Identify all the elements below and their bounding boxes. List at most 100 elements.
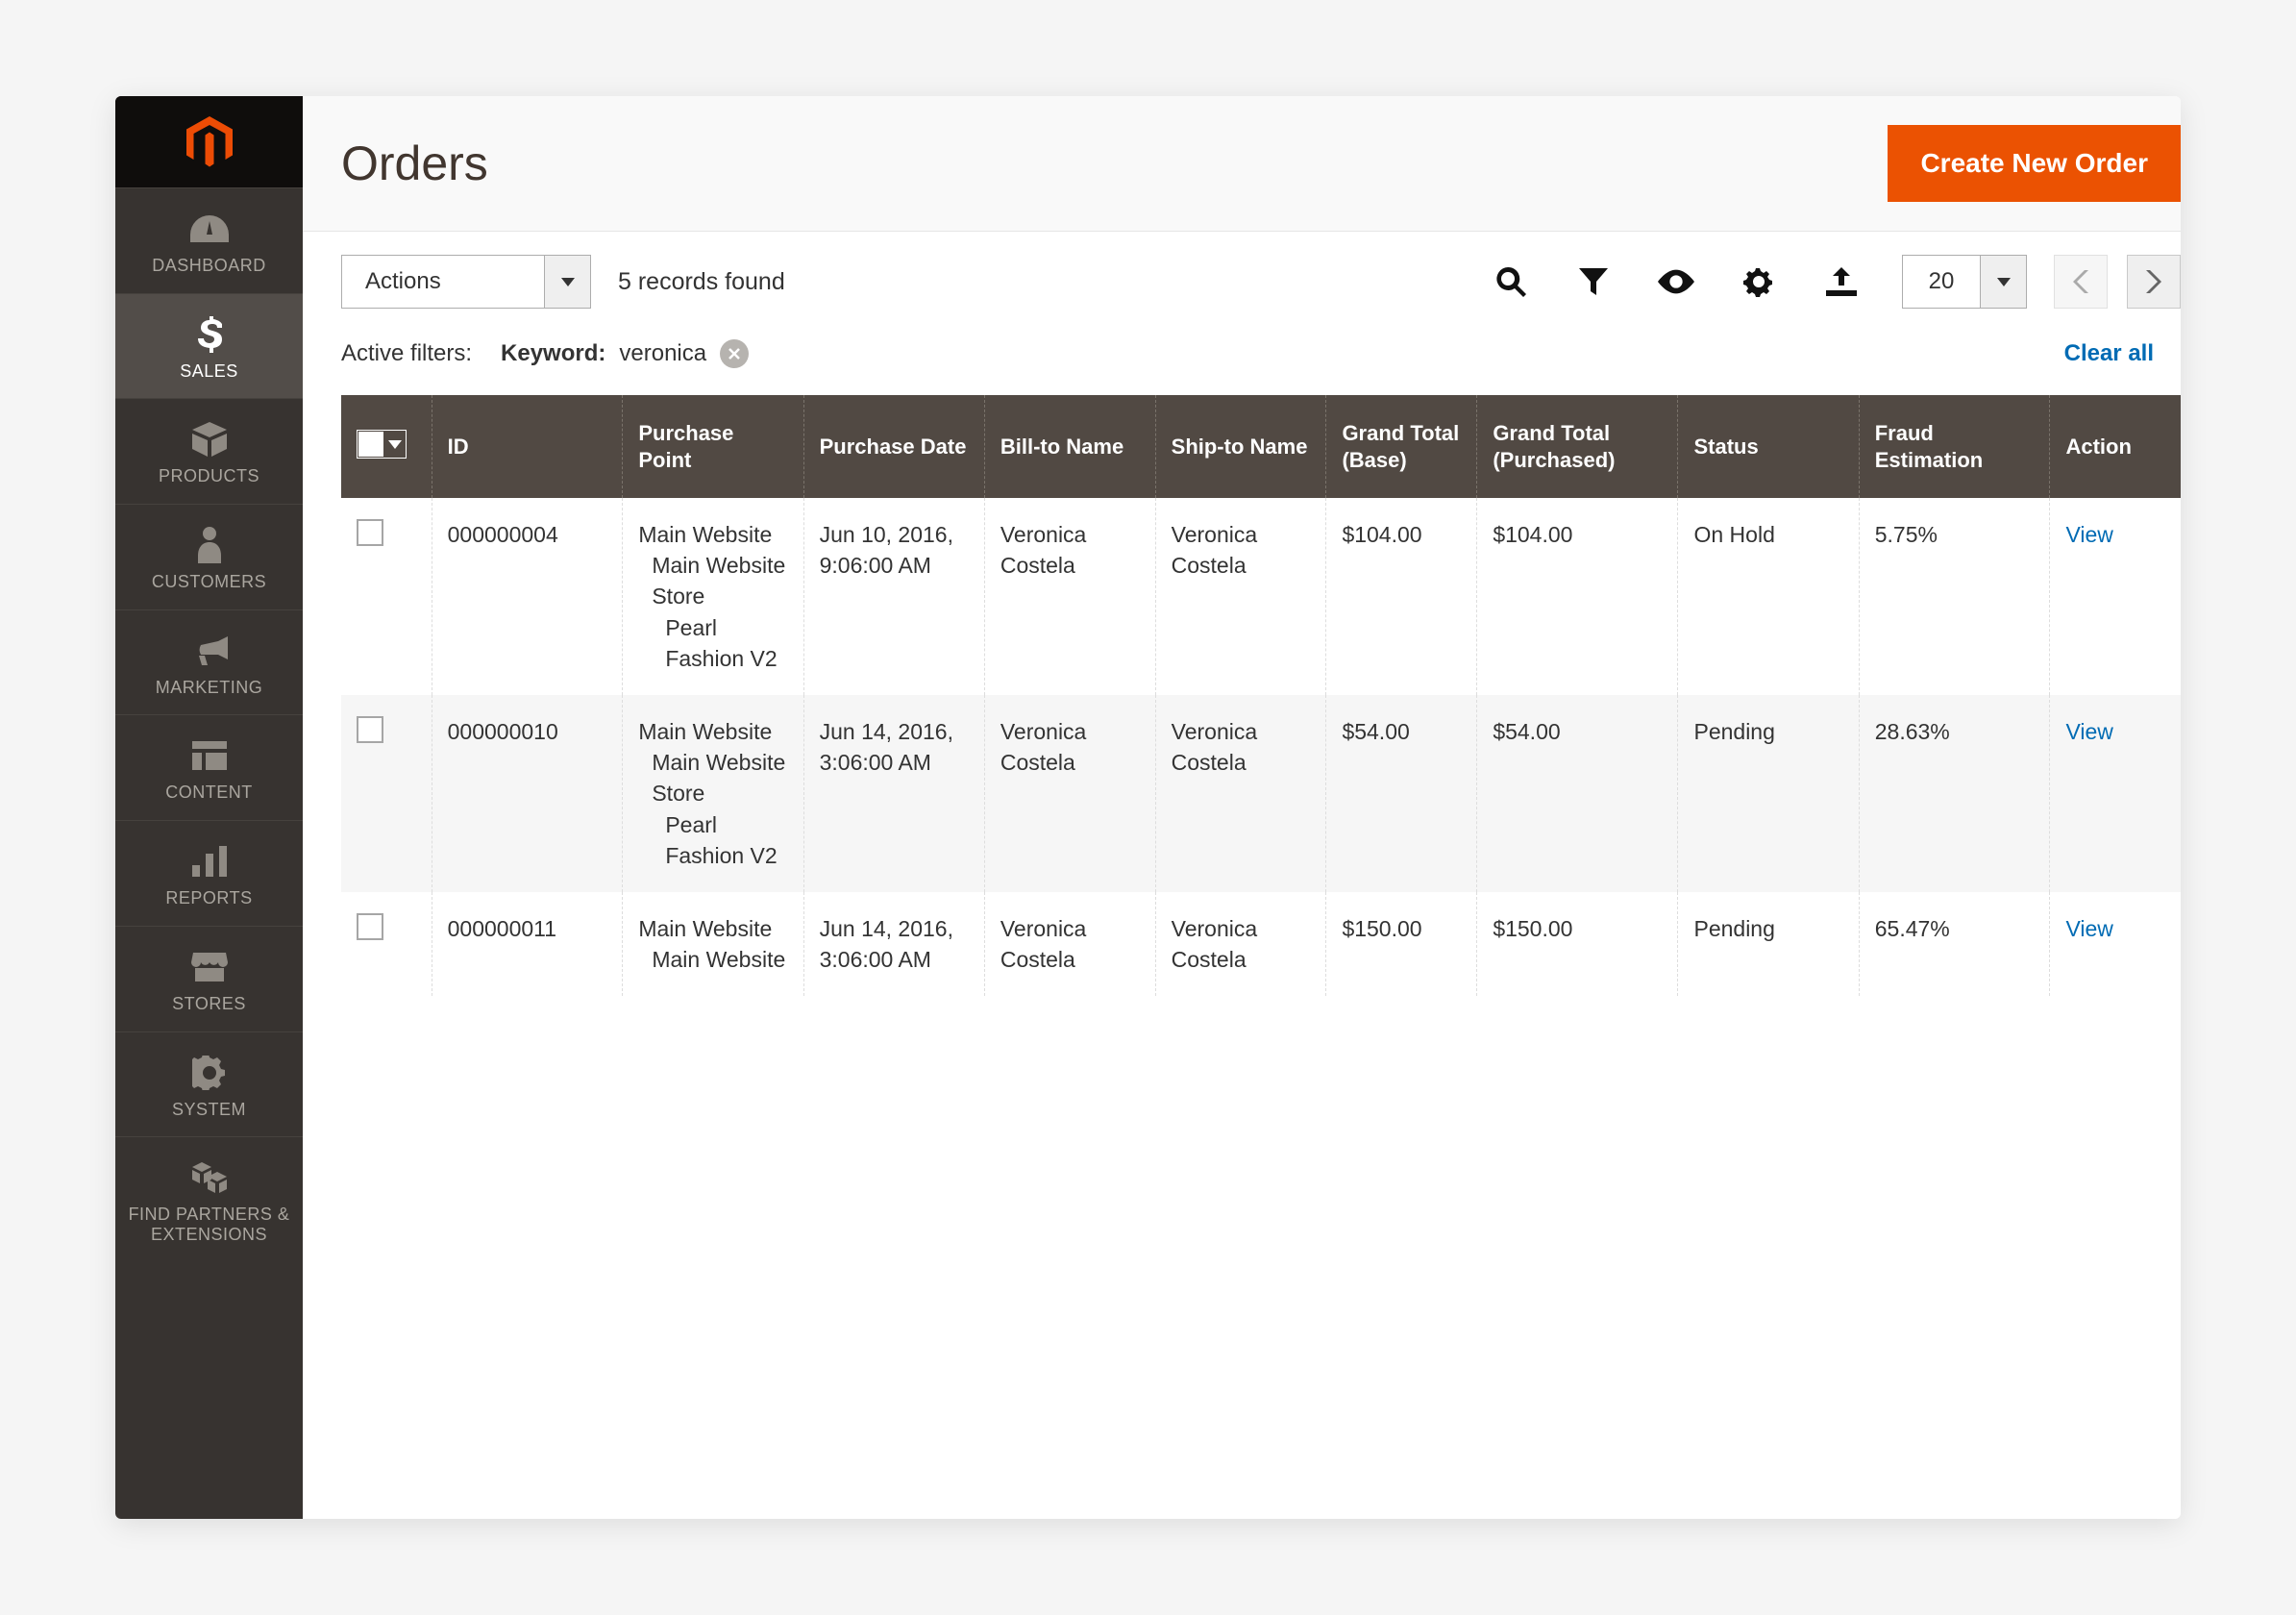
col-header-grand-total-base[interactable]: Grand Total (Base): [1326, 395, 1477, 498]
prev-page-button[interactable]: [2054, 255, 2108, 309]
page-header: Orders Create New Order: [303, 96, 2181, 232]
table-row: 000000010 Main Website Main Website Stor…: [341, 695, 2181, 892]
col-header-status[interactable]: Status: [1678, 395, 1859, 498]
col-header-fraud[interactable]: Fraud Estimation: [1859, 395, 2050, 498]
view-order-link[interactable]: View: [2065, 916, 2112, 941]
table-row: 000000011 Main Website Main Website Jun …: [341, 892, 2181, 996]
col-header-bill-to[interactable]: Bill-to Name: [984, 395, 1155, 498]
cell-date: Jun 14, 2016, 3:06:00 AM: [803, 892, 984, 996]
col-header-purchase-date[interactable]: Purchase Date: [803, 395, 984, 498]
search-icon[interactable]: [1493, 263, 1529, 300]
person-icon: [198, 526, 221, 564]
nav-label: REPORTS: [165, 888, 252, 908]
cell-status: Pending: [1678, 695, 1859, 892]
table-row: 000000004 Main Website Main Website Stor…: [341, 498, 2181, 695]
nav-customers[interactable]: CUSTOMERS: [115, 504, 303, 609]
bar-chart-icon: [192, 842, 227, 881]
page-size-value: 20: [1903, 256, 1980, 308]
clear-all-filters-link[interactable]: Clear all: [2064, 340, 2154, 367]
orders-grid: ID Purchase Point Purchase Date Bill-to …: [303, 395, 2181, 1519]
cube-icon: [192, 420, 227, 459]
cell-fraud: 28.63%: [1859, 695, 2050, 892]
cell-gt-base: $150.00: [1326, 892, 1477, 996]
blocks-icon: [192, 1158, 227, 1197]
row-checkbox[interactable]: [357, 716, 383, 743]
filter-icon[interactable]: [1575, 263, 1612, 300]
nav-reports[interactable]: REPORTS: [115, 820, 303, 926]
actions-select[interactable]: Actions: [341, 255, 591, 309]
magento-logo[interactable]: [115, 96, 303, 187]
remove-filter-icon[interactable]: [720, 339, 749, 368]
row-checkbox[interactable]: [357, 519, 383, 546]
grid-toolbar: Actions 5 records found: [303, 232, 2181, 332]
admin-sidebar: DASHBOARD SALES PRODUCTS CUSTOMERS MARKE: [115, 96, 303, 1519]
nav-partners[interactable]: FIND PARTNERS & EXTENSIONS: [115, 1136, 303, 1261]
megaphone-icon: [191, 632, 228, 670]
cell-id: 000000004: [432, 498, 623, 695]
eye-icon[interactable]: [1658, 263, 1694, 300]
nav-products[interactable]: PRODUCTS: [115, 398, 303, 504]
nav-content[interactable]: CONTENT: [115, 714, 303, 820]
export-icon[interactable]: [1823, 263, 1860, 300]
nav-sales[interactable]: SALES: [115, 293, 303, 399]
cell-ship-to: Veronica Costela: [1155, 498, 1326, 695]
cell-fraud: 65.47%: [1859, 892, 2050, 996]
active-filters-label: Active filters:: [341, 340, 472, 367]
col-header-grand-total-purchased[interactable]: Grand Total (Purchased): [1477, 395, 1678, 498]
filter-chip-value: veronica: [619, 340, 706, 367]
cell-bill-to: Veronica Costela: [984, 695, 1155, 892]
dollar-icon: [197, 315, 222, 354]
cell-purchase-point: Main Website Main Website: [623, 892, 803, 996]
cell-status: Pending: [1678, 892, 1859, 996]
nav-label: STORES: [172, 994, 246, 1014]
cell-id: 000000011: [432, 892, 623, 996]
row-checkbox[interactable]: [357, 913, 383, 940]
col-header-ship-to[interactable]: Ship-to Name: [1155, 395, 1326, 498]
cell-gt-base: $54.00: [1326, 695, 1477, 892]
gear-icon: [192, 1054, 227, 1092]
nav-label: SYSTEM: [172, 1100, 246, 1120]
cell-ship-to: Veronica Costela: [1155, 892, 1326, 996]
filter-chip-keyword: Keyword: veronica: [501, 339, 749, 368]
nav-label: SALES: [180, 361, 238, 382]
cell-gt-purchased: $150.00: [1477, 892, 1678, 996]
page-size-select[interactable]: 20: [1902, 255, 2027, 309]
view-order-link[interactable]: View: [2065, 719, 2112, 744]
chevron-down-icon: [544, 256, 590, 308]
nav-dashboard[interactable]: DASHBOARD: [115, 187, 303, 293]
col-header-select[interactable]: [341, 395, 432, 498]
nav-label: FIND PARTNERS & EXTENSIONS: [119, 1205, 299, 1244]
next-page-button[interactable]: [2127, 255, 2181, 309]
table-header-row: ID Purchase Point Purchase Date Bill-to …: [341, 395, 2181, 498]
dashboard-icon: [190, 210, 229, 248]
col-header-purchase-point[interactable]: Purchase Point: [623, 395, 803, 498]
page-title: Orders: [341, 136, 488, 191]
cell-id: 000000010: [432, 695, 623, 892]
col-header-id[interactable]: ID: [432, 395, 623, 498]
nav-system[interactable]: SYSTEM: [115, 1031, 303, 1137]
nav-label: DASHBOARD: [152, 256, 266, 276]
records-found-text: 5 records found: [618, 268, 785, 296]
storefront-icon: [191, 948, 228, 986]
cell-gt-purchased: $54.00: [1477, 695, 1678, 892]
filter-chip-key: Keyword:: [501, 340, 605, 367]
cell-fraud: 5.75%: [1859, 498, 2050, 695]
nav-marketing[interactable]: MARKETING: [115, 609, 303, 715]
col-header-action[interactable]: Action: [2050, 395, 2181, 498]
nav-label: MARKETING: [156, 678, 263, 698]
cell-bill-to: Veronica Costela: [984, 892, 1155, 996]
cell-purchase-point: Main Website Main Website Store Pearl Fa…: [623, 695, 803, 892]
chevron-down-icon: [1980, 256, 2026, 308]
create-new-order-button[interactable]: Create New Order: [1888, 125, 2181, 202]
cell-date: Jun 14, 2016, 3:06:00 AM: [803, 695, 984, 892]
cell-bill-to: Veronica Costela: [984, 498, 1155, 695]
cell-purchase-point: Main Website Main Website Store Pearl Fa…: [623, 498, 803, 695]
cell-gt-purchased: $104.00: [1477, 498, 1678, 695]
app-frame: DASHBOARD SALES PRODUCTS CUSTOMERS MARKE: [115, 96, 2181, 1519]
main-content: Orders Create New Order Actions 5 record…: [303, 96, 2181, 1519]
pager: [2054, 255, 2181, 309]
view-order-link[interactable]: View: [2065, 522, 2112, 547]
nav-stores[interactable]: STORES: [115, 926, 303, 1031]
toolbar-icon-group: [1493, 263, 1875, 300]
columns-gear-icon[interactable]: [1741, 263, 1777, 300]
